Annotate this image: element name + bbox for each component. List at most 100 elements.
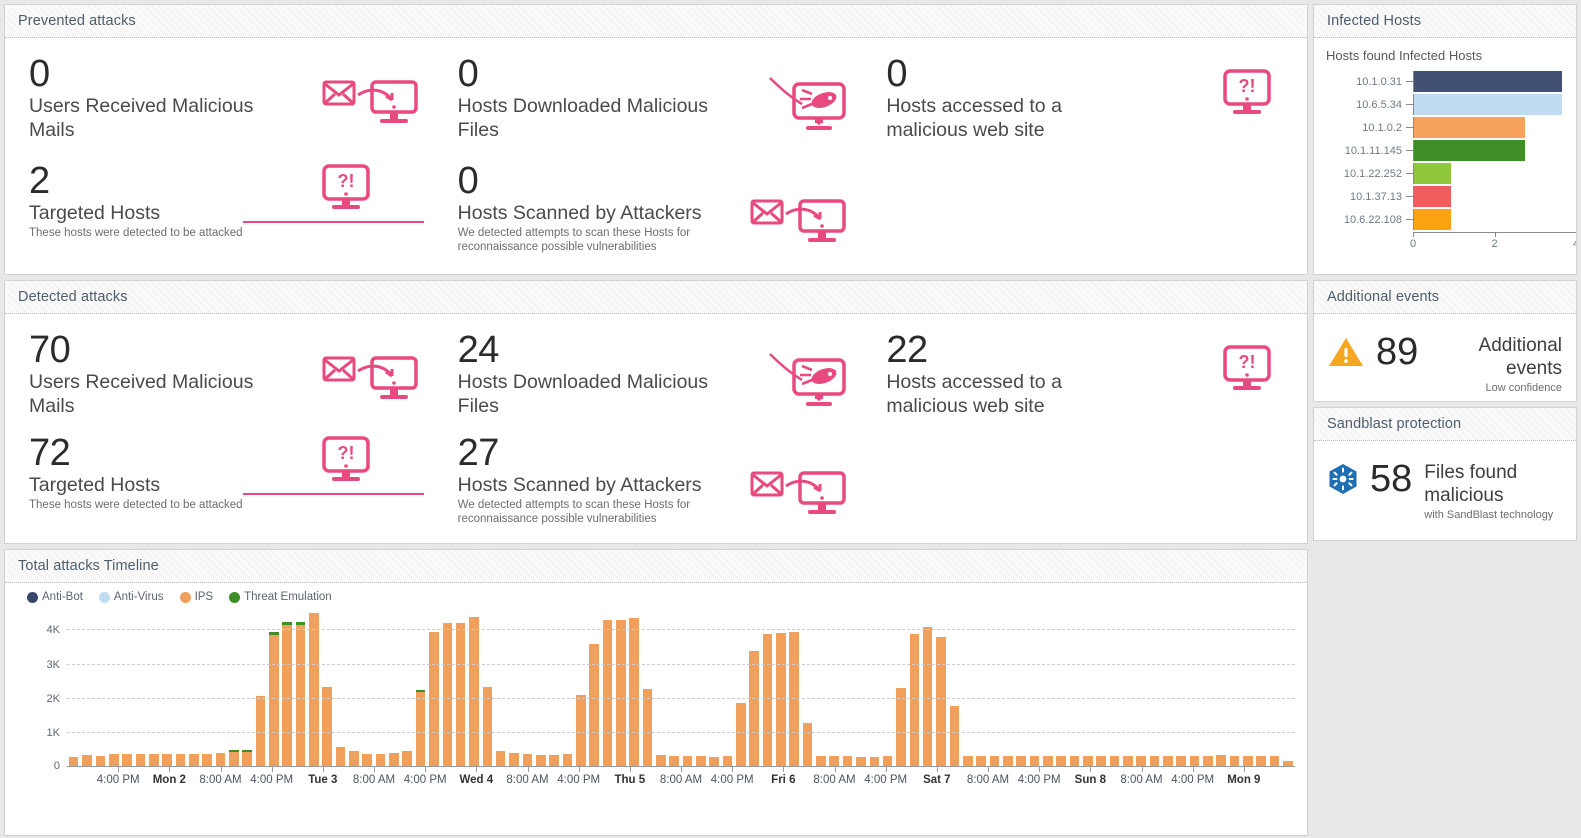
infected-host-row[interactable]: 10.1.11.145: [1314, 140, 1562, 161]
timeline-bar-slot[interactable]: [214, 609, 227, 766]
timeline-bar-slot[interactable]: [94, 609, 107, 766]
timeline-bar-slot[interactable]: [627, 609, 640, 766]
timeline-bar-slot[interactable]: [881, 609, 894, 766]
timeline-bar-slot[interactable]: [267, 609, 280, 766]
timeline-bar-slot[interactable]: [1255, 609, 1268, 766]
timeline-bar-slot[interactable]: [667, 609, 680, 766]
timeline-bar-slot[interactable]: [1121, 609, 1134, 766]
timeline-bar-slot[interactable]: [427, 609, 440, 766]
timeline-bar-slot[interactable]: [547, 609, 560, 766]
metric-card[interactable]: 0 Users Received Malicious Mails: [13, 50, 442, 157]
timeline-bar-slot[interactable]: [441, 609, 454, 766]
timeline-bar-slot[interactable]: [187, 609, 200, 766]
timeline-bar-slot[interactable]: [868, 609, 881, 766]
timeline-bar-slot[interactable]: [854, 609, 867, 766]
timeline-bar-slot[interactable]: [601, 609, 614, 766]
timeline-bar-slot[interactable]: [1028, 609, 1041, 766]
timeline-bar-slot[interactable]: [708, 609, 721, 766]
timeline-bar-slot[interactable]: [334, 609, 347, 766]
timeline-bar-slot[interactable]: [894, 609, 907, 766]
timeline-bar-slot[interactable]: [534, 609, 547, 766]
timeline-bar-slot[interactable]: [988, 609, 1001, 766]
timeline-bar-slot[interactable]: [387, 609, 400, 766]
infected-host-row[interactable]: 10.1.22.252: [1314, 163, 1562, 184]
infected-host-row[interactable]: 10.6.5.34: [1314, 94, 1562, 115]
timeline-bar-slot[interactable]: [1241, 609, 1254, 766]
timeline-bar-slot[interactable]: [281, 609, 294, 766]
infected-host-row[interactable]: 10.1.37.13: [1314, 186, 1562, 207]
timeline-bar-slot[interactable]: [507, 609, 520, 766]
timeline-bar-slot[interactable]: [774, 609, 787, 766]
metric-card[interactable]: 2 Targeted Hosts These hosts were detected…: [13, 157, 442, 269]
metric-card[interactable]: 72 Targeted Hosts These hosts were detecte…: [13, 429, 442, 537]
timeline-bar-slot[interactable]: [200, 609, 213, 766]
timeline-bar-slot[interactable]: [694, 609, 707, 766]
timeline-bar-slot[interactable]: [134, 609, 147, 766]
timeline-bar-slot[interactable]: [921, 609, 934, 766]
timeline-bar-slot[interactable]: [294, 609, 307, 766]
timeline-bar-slot[interactable]: [80, 609, 93, 766]
infected-host-bar[interactable]: [1414, 71, 1562, 92]
timeline-bar-slot[interactable]: [948, 609, 961, 766]
infected-host-bar[interactable]: [1414, 186, 1451, 207]
legend-item[interactable]: IPS: [179, 591, 213, 603]
timeline-bar-slot[interactable]: [521, 609, 534, 766]
timeline-bar-slot[interactable]: [1148, 609, 1161, 766]
metric-card[interactable]: 0 Hosts Scanned by Attackers We detected a…: [442, 157, 871, 269]
timeline-bar-slot[interactable]: [401, 609, 414, 766]
timeline-bar-slot[interactable]: [1135, 609, 1148, 766]
timeline-bar-slot[interactable]: [1068, 609, 1081, 766]
timeline-bar-slot[interactable]: [574, 609, 587, 766]
timeline-bar-slot[interactable]: [761, 609, 774, 766]
timeline-bar-slot[interactable]: [1094, 609, 1107, 766]
timeline-bar-slot[interactable]: [254, 609, 267, 766]
timeline-bar-slot[interactable]: [654, 609, 667, 766]
timeline-bar-slot[interactable]: [961, 609, 974, 766]
timeline-bar-slot[interactable]: [414, 609, 427, 766]
infected-host-bar[interactable]: [1414, 209, 1451, 230]
timeline-bar-slot[interactable]: [801, 609, 814, 766]
timeline-bar-slot[interactable]: [174, 609, 187, 766]
timeline-bar-slot[interactable]: [721, 609, 734, 766]
metric-card[interactable]: 0 Hosts accessed to a malicious web site?…: [870, 50, 1299, 157]
timeline-bar-slot[interactable]: [1161, 609, 1174, 766]
timeline-bar-slot[interactable]: [614, 609, 627, 766]
timeline-bar-slot[interactable]: [67, 609, 80, 766]
timeline-bar-slot[interactable]: [1188, 609, 1201, 766]
timeline-bar-slot[interactable]: [1228, 609, 1241, 766]
timeline-bar-slot[interactable]: [321, 609, 334, 766]
additional-events-kpi[interactable]: 89 Additional events Low confidence: [1314, 314, 1576, 401]
timeline-bar-slot[interactable]: [1175, 609, 1188, 766]
infected-host-row[interactable]: 10.1.0.31: [1314, 71, 1562, 92]
timeline-bar-slot[interactable]: [147, 609, 160, 766]
timeline-bar-slot[interactable]: [1201, 609, 1214, 766]
timeline-bar-slot[interactable]: [814, 609, 827, 766]
metric-card[interactable]: 0 Hosts Downloaded Malicious Files: [442, 50, 871, 157]
timeline-bar-slot[interactable]: [1041, 609, 1054, 766]
infected-host-row[interactable]: 10.1.0.2: [1314, 117, 1562, 138]
timeline-bar-slot[interactable]: [1014, 609, 1027, 766]
timeline-bar-slot[interactable]: [347, 609, 360, 766]
timeline-bar-slot[interactable]: [361, 609, 374, 766]
timeline-bar-slot[interactable]: [934, 609, 947, 766]
timeline-bar-slot[interactable]: [587, 609, 600, 766]
metric-card[interactable]: 70 Users Received Malicious Mails: [13, 326, 442, 429]
infected-host-bar[interactable]: [1414, 163, 1451, 184]
infected-host-bar[interactable]: [1414, 117, 1525, 138]
timeline-bar-slot[interactable]: [240, 609, 253, 766]
infected-host-row[interactable]: 10.6.22.108: [1314, 209, 1562, 230]
timeline-bar-slot[interactable]: [467, 609, 480, 766]
timeline-bar-slot[interactable]: [1001, 609, 1014, 766]
timeline-bar-slot[interactable]: [788, 609, 801, 766]
legend-item[interactable]: Threat Emulation: [229, 591, 332, 603]
timeline-bar-slot[interactable]: [841, 609, 854, 766]
timeline-bar-slot[interactable]: [641, 609, 654, 766]
timeline-bar-slot[interactable]: [974, 609, 987, 766]
legend-item[interactable]: Anti-Virus: [98, 591, 164, 603]
timeline-bar-slot[interactable]: [681, 609, 694, 766]
metric-card[interactable]: 24 Hosts Downloaded Malicious Files: [442, 326, 871, 429]
timeline-bar-slot[interactable]: [481, 609, 494, 766]
timeline-bar-slot[interactable]: [120, 609, 133, 766]
sandblast-kpi[interactable]: 58 Files found malicious with SandBlast …: [1314, 441, 1576, 536]
legend-item[interactable]: Anti-Bot: [27, 591, 83, 603]
